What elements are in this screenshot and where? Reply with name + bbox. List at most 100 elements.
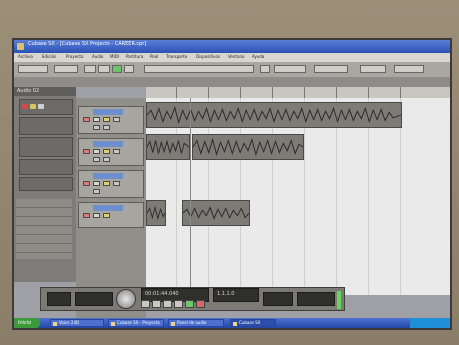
- track-record-button[interactable]: [83, 117, 90, 122]
- toolbar-extra-select[interactable]: [394, 65, 424, 73]
- stop-button[interactable]: [174, 300, 183, 308]
- menu-pool[interactable]: Pool: [150, 54, 158, 59]
- track-mute-button[interactable]: [93, 149, 100, 154]
- track-solo-button[interactable]: [103, 149, 110, 154]
- monitor-button[interactable]: [30, 104, 36, 109]
- toolbar-grid-select[interactable]: [274, 65, 306, 73]
- menu-transporte[interactable]: Transporte: [166, 54, 187, 59]
- forward-button[interactable]: [152, 300, 161, 308]
- track-read-button[interactable]: [93, 189, 100, 194]
- track-write-button[interactable]: [103, 157, 110, 162]
- track-solo-button[interactable]: [103, 117, 110, 122]
- cubase-app-icon: [17, 43, 24, 50]
- cpu-meter: [47, 292, 71, 306]
- track-record-button[interactable]: [83, 149, 90, 154]
- time-readout: 00:01:44.040: [145, 291, 179, 297]
- track-write-button[interactable]: [103, 125, 110, 130]
- ruler-tick: [272, 87, 273, 98]
- inspector-channel-panel: [19, 99, 73, 115]
- taskbar-item[interactable]: Cubase SX - Proyecto: [108, 319, 164, 327]
- locator-display: [75, 292, 113, 306]
- audio-event[interactable]: [146, 200, 166, 226]
- track-mute-button[interactable]: [93, 181, 100, 186]
- rewind-button[interactable]: [141, 300, 150, 308]
- inspector-track-name: Audio 02: [17, 88, 40, 94]
- inspector-eq-panel: [19, 137, 73, 157]
- play-button[interactable]: [185, 300, 194, 308]
- toolbar-colour-select[interactable]: [360, 65, 386, 73]
- taskbar: Inicio Voice 24D Cubase SX - Proyecto Pa…: [14, 318, 450, 328]
- track-monitor-button[interactable]: [113, 117, 120, 122]
- toolbar-quantize-select[interactable]: [314, 65, 348, 73]
- track-row[interactable]: [78, 138, 144, 166]
- menu-midi[interactable]: MIDI: [110, 54, 119, 59]
- record-button[interactable]: [196, 300, 205, 308]
- track-name-field[interactable]: [93, 141, 123, 147]
- menu-dispositivos[interactable]: Dispositivos: [196, 54, 220, 59]
- menu-ayuda[interactable]: Ayuda: [252, 54, 264, 59]
- toolbar-play-button[interactable]: [112, 65, 122, 73]
- start-button[interactable]: Inicio: [14, 318, 40, 328]
- track-row[interactable]: [78, 106, 144, 134]
- cycle-button[interactable]: [163, 300, 172, 308]
- toolbar-record-button[interactable]: [124, 65, 134, 73]
- timeline-ruler[interactable]: [146, 87, 450, 98]
- toolbar-stop-button[interactable]: [98, 65, 110, 73]
- ruler-tick: [400, 87, 401, 98]
- toolbar-mode-select[interactable]: [54, 65, 78, 73]
- taskbar-item[interactable]: Cubase SX: [230, 319, 276, 327]
- taskbar-item[interactable]: Panel de audio: [168, 319, 224, 327]
- audio-event[interactable]: [182, 200, 250, 226]
- track-row[interactable]: [78, 202, 144, 228]
- ruler-tick: [336, 87, 337, 98]
- inspector-section-row[interactable]: [16, 235, 72, 244]
- track-solo-button[interactable]: [103, 213, 110, 218]
- toolbar-snap-button[interactable]: [260, 65, 270, 73]
- inspector-routing-panel: [19, 159, 73, 175]
- ruler-tick: [208, 87, 209, 98]
- inspector-section-row[interactable]: [16, 208, 72, 217]
- audio-event[interactable]: [146, 134, 190, 160]
- track-mute-button[interactable]: [93, 117, 100, 122]
- audio-event[interactable]: [192, 134, 304, 160]
- inspector-section-row[interactable]: [16, 217, 72, 226]
- taskbar-item[interactable]: Voice 24D: [50, 319, 104, 327]
- track-solo-button[interactable]: [103, 181, 110, 186]
- sync-panel: [263, 292, 293, 306]
- inspector-section-row[interactable]: [16, 199, 72, 208]
- menu-audio[interactable]: Audio: [92, 54, 103, 59]
- track-mute-button[interactable]: [93, 213, 100, 218]
- track-monitor-button[interactable]: [113, 181, 120, 186]
- menu-archivo[interactable]: Archivo: [18, 54, 33, 59]
- menu-edicion[interactable]: Edición: [42, 54, 56, 59]
- event-display[interactable]: [146, 98, 450, 295]
- toolbar-tool-buttons[interactable]: [144, 65, 254, 73]
- track-name-field[interactable]: [93, 205, 123, 211]
- inspector-section-row[interactable]: [16, 226, 72, 235]
- system-tray[interactable]: [410, 318, 450, 328]
- track-record-button[interactable]: [83, 181, 90, 186]
- track-name-field[interactable]: [93, 173, 123, 179]
- inspector-section-row[interactable]: [16, 244, 72, 253]
- project-cursor[interactable]: [190, 98, 191, 295]
- toolbar-loop-button[interactable]: [84, 65, 96, 73]
- menu-partitura[interactable]: Partitura: [126, 54, 143, 59]
- track-read-button[interactable]: [93, 125, 100, 130]
- tempo-panel: [297, 292, 335, 306]
- track-record-button[interactable]: [83, 213, 90, 218]
- projected-screen: Cubase SX - [Cubase SX Projects - CAREER…: [12, 38, 452, 330]
- track-name-field[interactable]: [93, 109, 123, 115]
- track-row[interactable]: [78, 170, 144, 198]
- track-inspector: Audio 02: [14, 87, 76, 282]
- window-title: Cubase SX - [Cubase SX Projects - CAREER…: [28, 41, 147, 47]
- menu-proyecto[interactable]: Proyecto: [66, 54, 83, 59]
- menu-ventana[interactable]: Ventana: [228, 54, 244, 59]
- track-read-button[interactable]: [93, 157, 100, 162]
- audio-event[interactable]: [146, 102, 402, 128]
- toolbar-view-buttons[interactable]: [18, 65, 48, 73]
- waveform: [193, 137, 303, 157]
- jog-wheel[interactable]: [116, 289, 136, 309]
- track-monitor-button[interactable]: [113, 149, 120, 154]
- record-enable-button[interactable]: [22, 104, 28, 109]
- mute-button[interactable]: [38, 104, 44, 109]
